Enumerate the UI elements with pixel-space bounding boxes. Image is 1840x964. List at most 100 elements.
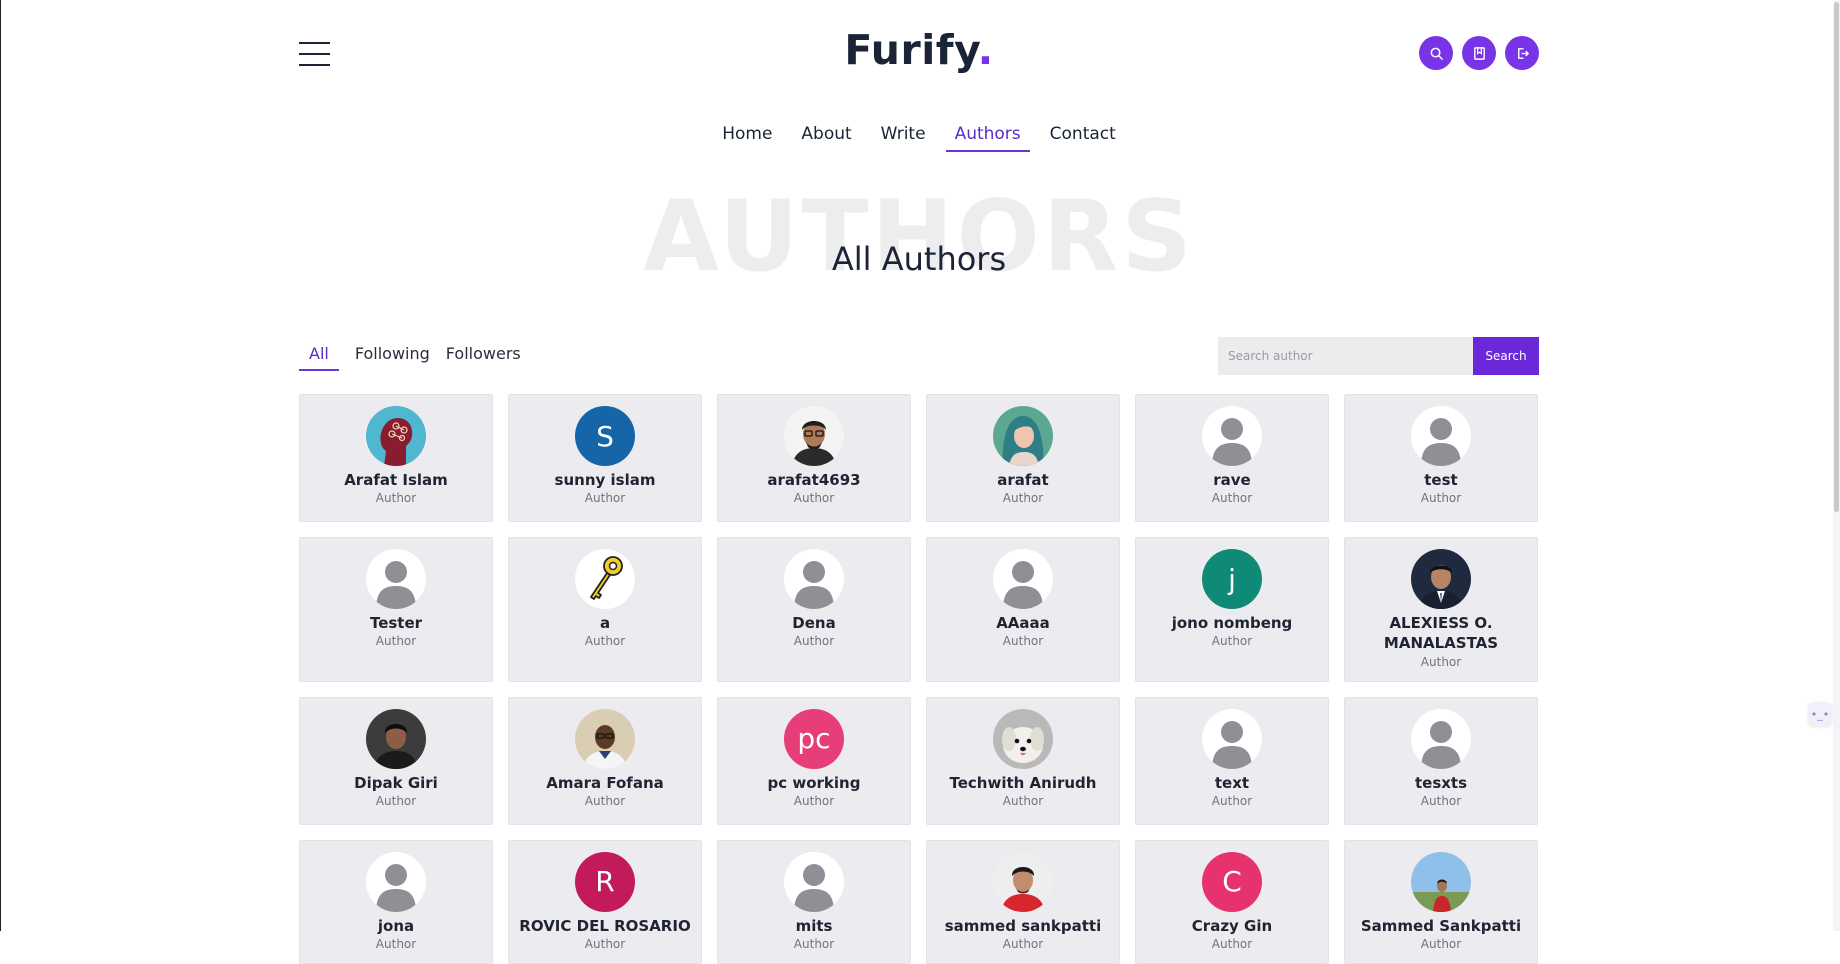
author-card-dipak-giri[interactable]: Dipak Giri Author	[299, 696, 493, 825]
author-name[interactable]: text	[1215, 773, 1249, 793]
author-name[interactable]: sunny islam	[555, 470, 656, 490]
search-icon[interactable]	[1419, 36, 1453, 70]
default-avatar-icon[interactable]	[1202, 406, 1262, 466]
author-card-rave[interactable]: rave Author	[1135, 394, 1329, 522]
search-author-input[interactable]	[1218, 337, 1473, 375]
author-name[interactable]: ALEXIESS O. MANALASTAS	[1353, 613, 1529, 654]
nav-home[interactable]: Home	[713, 122, 781, 152]
author-role: Author	[375, 634, 417, 649]
author-card-rovic-del-rosario[interactable]: R ROVIC DEL ROSARIO Author	[508, 839, 702, 964]
author-card-arafat-islam[interactable]: Arafat Islam Author	[299, 394, 493, 522]
author-name[interactable]: pc working	[768, 773, 861, 793]
nav-about[interactable]: About	[792, 122, 860, 152]
author-name[interactable]: a	[600, 613, 610, 633]
tab-followers[interactable]: Followers	[446, 343, 521, 371]
author-card-techwith-anirudh[interactable]: Techwith Anirudh Author	[926, 696, 1120, 825]
avatar[interactable]	[993, 851, 1053, 912]
author-card-aaaaa[interactable]: AAaaa Author	[926, 537, 1120, 682]
author-name[interactable]: Techwith Anirudh	[950, 773, 1097, 793]
author-role: Author	[1211, 634, 1253, 649]
hamburger-menu-icon[interactable]	[299, 42, 331, 66]
avatar[interactable]	[993, 406, 1053, 466]
author-name[interactable]: Tester	[370, 613, 422, 633]
author-name[interactable]: Dena	[792, 613, 835, 633]
author-card-sunny-islam[interactable]: Ssunny islam Author	[508, 394, 702, 522]
author-card-amara-fofana[interactable]: Amara Fofana Author	[508, 696, 702, 825]
author-card-test[interactable]: test Author	[1344, 394, 1538, 522]
key-icon[interactable]	[575, 549, 635, 609]
author-name[interactable]: tesxts	[1415, 773, 1467, 793]
avatar[interactable]	[575, 708, 635, 769]
default-avatar-icon[interactable]	[784, 549, 844, 609]
author-name[interactable]: Sammed Sankpatti	[1361, 916, 1521, 936]
author-card-mits[interactable]: mits Author	[717, 839, 911, 964]
default-avatar-icon[interactable]	[784, 851, 844, 912]
default-avatar-icon[interactable]	[993, 549, 1053, 609]
author-name[interactable]: mits	[796, 916, 833, 936]
tab-following[interactable]: Following	[355, 343, 430, 371]
author-name[interactable]: rave	[1213, 470, 1250, 490]
author-role: Author	[375, 936, 417, 951]
author-card-pc-working[interactable]: pc pc working Author	[717, 696, 911, 825]
author-card-tesxts[interactable]: tesxts Author	[1344, 696, 1538, 825]
author-card-crazy-gin[interactable]: C Crazy Gin Author	[1135, 839, 1329, 964]
avatar[interactable]: R	[575, 851, 635, 912]
side-widget-icon[interactable]: •_•	[1808, 702, 1832, 726]
scrollbar-thumb[interactable]	[1834, 2, 1839, 512]
default-avatar-icon[interactable]	[1411, 406, 1471, 466]
logout-icon[interactable]	[1505, 36, 1539, 70]
author-name[interactable]: Dipak Giri	[354, 773, 438, 793]
author-card-arafat[interactable]: arafat Author	[926, 394, 1120, 522]
avatar-letter: S	[596, 419, 614, 453]
author-card-dena[interactable]: Dena Author	[717, 537, 911, 682]
author-name[interactable]: jona	[378, 916, 414, 936]
author-card-a[interactable]: a Author	[508, 537, 702, 682]
nav-authors[interactable]: Authors	[945, 122, 1030, 152]
author-card-tester[interactable]: Tester Author	[299, 537, 493, 682]
avatar[interactable]: C	[1202, 851, 1262, 912]
author-card-sammed-sankpatti[interactable]: sammed sankpatti Author	[926, 839, 1120, 964]
avatar[interactable]	[366, 406, 426, 466]
header-actions	[1419, 36, 1539, 70]
bookmark-icon[interactable]	[1462, 36, 1496, 70]
author-name[interactable]: arafat	[997, 470, 1048, 490]
author-name[interactable]: arafat4693	[767, 470, 860, 490]
avatar[interactable]	[1411, 851, 1471, 912]
search-button[interactable]: Search	[1473, 337, 1539, 375]
author-card-arafat4693[interactable]: arafat4693 Author	[717, 394, 911, 522]
author-name[interactable]: Amara Fofana	[546, 773, 664, 793]
author-card-text[interactable]: text Author	[1135, 696, 1329, 825]
avatar[interactable]: j	[1202, 549, 1262, 609]
tab-all[interactable]: All	[299, 343, 339, 371]
avatar[interactable]	[366, 708, 426, 769]
author-name[interactable]: AAaaa	[996, 613, 1050, 633]
avatar[interactable]	[784, 406, 844, 466]
default-avatar-icon[interactable]	[1202, 708, 1262, 769]
author-card-jona[interactable]: jona Author	[299, 839, 493, 964]
author-role: Author	[1002, 491, 1044, 506]
author-search: Search	[1218, 337, 1539, 375]
avatar[interactable]: pc	[784, 708, 844, 769]
author-card-jono-nombeng[interactable]: j jono nombeng Author	[1135, 537, 1329, 682]
logo-text[interactable]: Furify	[844, 26, 977, 74]
author-card-alexiess-o-manalastas[interactable]: ALEXIESS O. MANALASTAS Author	[1344, 537, 1538, 682]
default-avatar-icon[interactable]	[366, 851, 426, 912]
avatar[interactable]: S	[575, 406, 635, 466]
author-name[interactable]: test	[1424, 470, 1457, 490]
author-role: Author	[1211, 491, 1253, 506]
window-edge	[0, 0, 1, 931]
author-name[interactable]: sammed sankpatti	[945, 916, 1102, 936]
author-role: Author	[793, 634, 835, 649]
author-name[interactable]: ROVIC DEL ROSARIO	[519, 916, 690, 936]
nav-write[interactable]: Write	[872, 122, 935, 152]
author-name[interactable]: jono nombeng	[1172, 613, 1293, 633]
author-name[interactable]: Arafat Islam	[344, 470, 448, 490]
page-scrollbar[interactable]	[1833, 0, 1840, 931]
default-avatar-icon[interactable]	[1411, 708, 1471, 769]
avatar[interactable]	[993, 708, 1053, 769]
author-name[interactable]: Crazy Gin	[1192, 916, 1272, 936]
avatar[interactable]	[1411, 549, 1471, 609]
default-avatar-icon[interactable]	[366, 549, 426, 609]
author-card-sammed-sankpatti[interactable]: Sammed Sankpatti Author	[1344, 839, 1538, 964]
nav-contact[interactable]: Contact	[1041, 122, 1125, 152]
